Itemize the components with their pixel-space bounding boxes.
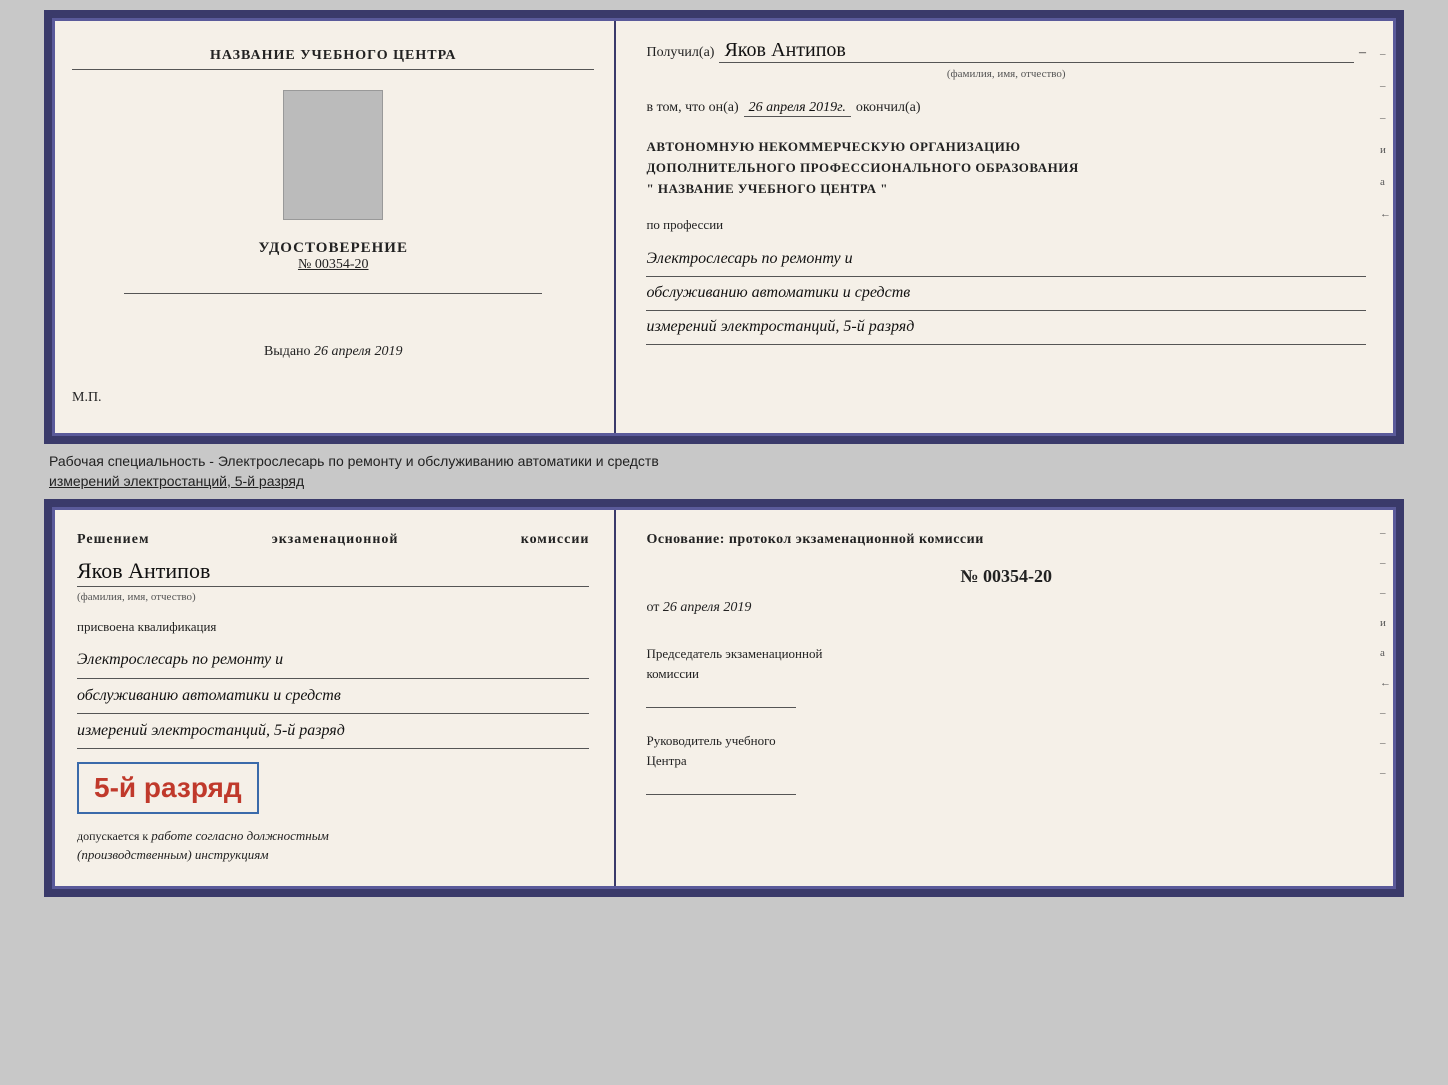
protocol-number: № 00354-20 xyxy=(646,566,1366,587)
recipient-name: Яков Антипов xyxy=(719,38,1354,63)
issued-date: 26 апреля 2019 xyxy=(314,344,402,359)
commission-name-subtitle: (фамилия, имя, отчество) xyxy=(77,591,589,603)
bottom-right-panel: Основание: протокол экзаменационной коми… xyxy=(616,507,1396,889)
date-suffix: окончил(а) xyxy=(856,100,921,116)
chairman-block: Председатель экзаменационной комиссии xyxy=(646,644,1366,708)
profession-label: по профессии xyxy=(646,217,1366,233)
profession-line2: обслуживанию автоматики и средств xyxy=(646,277,1366,311)
qualification-block: Электрослесарь по ремонту и обслуживанию… xyxy=(77,643,589,749)
commission-name: Яков Антипов xyxy=(77,556,589,587)
top-right-panel: Получил(а) Яков Антипов – (фамилия, имя,… xyxy=(616,18,1396,436)
date-prefix: в том, что он(а) xyxy=(646,100,738,116)
date-value: 26 апреля 2019г. xyxy=(744,100,851,117)
admitted-handwritten1: работе согласно должностным xyxy=(151,828,329,843)
mp-label: М.П. xyxy=(72,390,102,406)
qual-line3: измерений электростанций, 5-й разряд xyxy=(77,714,589,749)
right-edge-marks: – – – и а ← xyxy=(1380,48,1391,220)
chairman-title: Председатель экзаменационной xyxy=(646,644,1366,664)
photo-placeholder xyxy=(283,90,383,220)
protocol-date-value: 26 апреля 2019 xyxy=(663,600,751,615)
org-line3: " НАЗВАНИЕ УЧЕБНОГО ЦЕНТРА " xyxy=(646,179,1366,200)
commission-title: Решением экзаменационной комиссии xyxy=(77,532,589,548)
admitted-text: допускается к работе согласно должностны… xyxy=(77,827,589,863)
protocol-date: от 26 апреля 2019 xyxy=(646,600,1366,616)
head-signature xyxy=(646,775,796,795)
protocol-date-prefix: от xyxy=(646,600,659,615)
profession-block: Электрослесарь по ремонту и обслуживанию… xyxy=(646,243,1366,344)
recipient-line: Получил(а) Яков Антипов – xyxy=(646,38,1366,63)
head-title: Руководитель учебного xyxy=(646,731,1366,751)
document-wrapper: НАЗВАНИЕ УЧЕБНОГО ЦЕНТРА УДОСТОВЕРЕНИЕ №… xyxy=(44,10,1404,897)
right-edge-marks-bottom: – – – и а ← – – – xyxy=(1380,527,1391,779)
cert-title: УДОСТОВЕРЕНИЕ xyxy=(258,240,408,257)
top-document: НАЗВАНИЕ УЧЕБНОГО ЦЕНТРА УДОСТОВЕРЕНИЕ №… xyxy=(44,10,1404,444)
basis-label: Основание: протокол экзаменационной коми… xyxy=(646,532,1366,548)
head-block: Руководитель учебного Центра xyxy=(646,731,1366,795)
date-line: в том, что он(а) 26 апреля 2019г. окончи… xyxy=(646,100,1366,117)
org-line1: АВТОНОМНУЮ НЕКОММЕРЧЕСКУЮ ОРГАНИЗАЦИЮ xyxy=(646,137,1366,158)
chairman-signature xyxy=(646,688,796,708)
cert-title-block: УДОСТОВЕРЕНИЕ № 00354-20 xyxy=(258,240,408,273)
rank-box: 5-й разряд xyxy=(77,762,259,814)
chairman-title2: комиссии xyxy=(646,664,1366,684)
bottom-left-panel: Решением экзаменационной комиссии Яков А… xyxy=(52,507,616,889)
org-line2: ДОПОЛНИТЕЛЬНОГО ПРОФЕССИОНАЛЬНОГО ОБРАЗО… xyxy=(646,158,1366,179)
admitted-label: допускается к xyxy=(77,829,148,843)
middle-text: Рабочая специальность - Электрослесарь п… xyxy=(44,444,1404,499)
issued-line: Выдано 26 апреля 2019 xyxy=(264,344,403,360)
head-title2: Центра xyxy=(646,751,1366,771)
rank-text: 5-й разряд xyxy=(94,772,242,804)
issued-label: Выдано xyxy=(264,344,311,359)
qual-line2: обслуживанию автоматики и средств xyxy=(77,679,589,714)
admitted-handwritten2: (производственным) инструкциям xyxy=(77,847,269,862)
middle-line2: измерений электростанций, 5-й разряд xyxy=(49,472,1399,492)
middle-line1: Рабочая специальность - Электрослесарь п… xyxy=(49,452,1399,472)
profession-line1: Электрослесарь по ремонту и xyxy=(646,243,1366,277)
org-name-top: НАЗВАНИЕ УЧЕБНОГО ЦЕНТРА xyxy=(72,48,594,70)
qualification-label: присвоена квалификация xyxy=(77,619,589,635)
profession-line3: измерений электростанций, 5-й разряд xyxy=(646,311,1366,345)
name-subtitle: (фамилия, имя, отчество) xyxy=(646,68,1366,80)
org-block: АВТОНОМНУЮ НЕКОММЕРЧЕСКУЮ ОРГАНИЗАЦИЮ ДО… xyxy=(646,137,1366,199)
bottom-document: Решением экзаменационной комиссии Яков А… xyxy=(44,499,1404,897)
cert-number: № 00354-20 xyxy=(258,257,408,273)
qual-line1: Электрослесарь по ремонту и xyxy=(77,643,589,678)
top-left-panel: НАЗВАНИЕ УЧЕБНОГО ЦЕНТРА УДОСТОВЕРЕНИЕ №… xyxy=(52,18,616,436)
recipient-prefix: Получил(а) xyxy=(646,45,714,61)
